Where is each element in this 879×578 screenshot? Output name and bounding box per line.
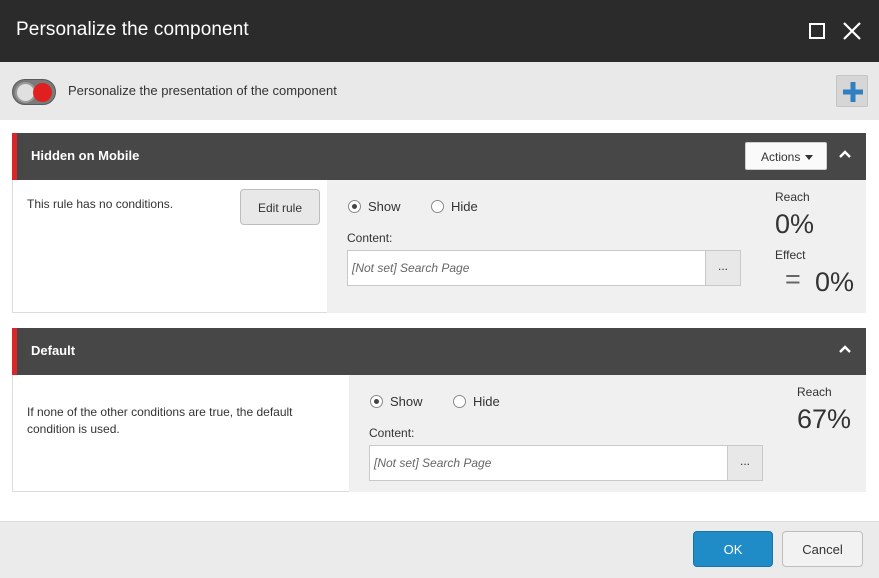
content-value: [Not set] Search Page bbox=[374, 456, 492, 470]
content-picker-field[interactable]: [Not set] Search Page ... bbox=[369, 445, 763, 481]
caret-down-icon bbox=[805, 155, 813, 160]
dialog-titlebar: Personalize the component bbox=[0, 0, 879, 62]
toggle-indicator bbox=[33, 83, 52, 102]
close-button[interactable] bbox=[841, 20, 863, 42]
actions-dropdown-button[interactable]: Actions bbox=[745, 142, 827, 170]
radio-selected-icon bbox=[370, 395, 383, 408]
edit-rule-button[interactable]: Edit rule bbox=[240, 189, 320, 225]
radio-unselected-icon bbox=[453, 395, 466, 408]
plus-icon bbox=[843, 82, 863, 102]
rule-title: Hidden on Mobile bbox=[31, 148, 140, 163]
show-label: Show bbox=[390, 394, 423, 409]
hide-label: Hide bbox=[473, 394, 500, 409]
collapse-button[interactable] bbox=[833, 338, 857, 362]
effect-equals-icon: = bbox=[785, 264, 801, 294]
content-panel: Show Hide Content: [Not set] Search Page… bbox=[327, 180, 866, 313]
reach-value: 0% bbox=[775, 209, 815, 239]
chevron-up-icon bbox=[839, 150, 851, 158]
rule-card-hidden-on-mobile: Hidden on Mobile Actions This rule has n… bbox=[12, 133, 866, 313]
ok-button[interactable]: OK bbox=[693, 531, 773, 567]
personalize-toolbar: Personalize the presentation of the comp… bbox=[0, 62, 879, 120]
rule-title: Default bbox=[31, 343, 76, 358]
rule-description: If none of the other conditions are true… bbox=[27, 405, 293, 436]
content-label: Content: bbox=[347, 231, 393, 245]
chevron-up-icon bbox=[839, 345, 851, 353]
radio-selected-icon bbox=[348, 200, 361, 213]
effect-value: 0% bbox=[815, 267, 855, 297]
show-label: Show bbox=[368, 199, 401, 214]
rule-header: Hidden on Mobile Actions bbox=[12, 133, 866, 180]
rule-description: This rule has no conditions. bbox=[27, 197, 174, 211]
cancel-button[interactable]: Cancel bbox=[782, 531, 863, 567]
close-icon bbox=[843, 22, 861, 40]
effect-label: Effect bbox=[775, 248, 806, 262]
content-label: Content: bbox=[369, 426, 415, 440]
ok-label: OK bbox=[723, 542, 743, 557]
personalize-toggle[interactable] bbox=[12, 79, 56, 105]
dialog-footer: OK Cancel bbox=[0, 521, 879, 578]
browse-content-button[interactable]: ... bbox=[705, 251, 740, 285]
actions-label: Actions bbox=[761, 150, 801, 164]
hide-label: Hide bbox=[451, 199, 478, 214]
add-rule-button[interactable] bbox=[836, 75, 868, 107]
radio-unselected-icon bbox=[431, 200, 444, 213]
personalize-toggle-label: Personalize the presentation of the comp… bbox=[68, 83, 337, 98]
reach-label: Reach bbox=[775, 190, 810, 204]
maximize-icon bbox=[809, 23, 825, 39]
content-picker-field[interactable]: [Not set] Search Page ... bbox=[347, 250, 741, 286]
collapse-button[interactable] bbox=[833, 143, 857, 167]
cancel-label: Cancel bbox=[802, 542, 843, 557]
rule-header: Default bbox=[12, 328, 866, 375]
content-value: [Not set] Search Page bbox=[352, 261, 470, 275]
maximize-button[interactable] bbox=[806, 20, 828, 42]
browse-content-button[interactable]: ... bbox=[727, 446, 762, 480]
reach-label: Reach bbox=[797, 385, 832, 399]
content-panel: Show Hide Content: [Not set] Search Page… bbox=[349, 375, 866, 492]
edit-rule-label: Edit rule bbox=[257, 201, 303, 215]
rule-card-default: Default If none of the other conditions … bbox=[12, 328, 866, 492]
reach-value: 67% bbox=[797, 404, 852, 434]
dialog-title: Personalize the component bbox=[16, 19, 249, 40]
